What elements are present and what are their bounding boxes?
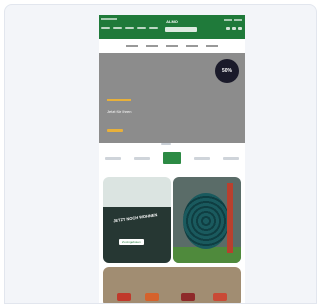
wishlist-icon[interactable] bbox=[232, 27, 236, 30]
category-link[interactable] bbox=[186, 45, 198, 47]
brand-logo[interactable] bbox=[105, 156, 122, 160]
search-input[interactable] bbox=[165, 27, 197, 32]
screenshot-frame: ALMO 50% Jetzt für Ihren JETZT NOCH WOHN… bbox=[4, 4, 317, 304]
brand-logo[interactable] bbox=[222, 156, 239, 160]
hero-banner[interactable]: 50% Jetzt für Ihren bbox=[99, 53, 245, 143]
garden-tool-image bbox=[117, 293, 131, 301]
hero-kicker bbox=[107, 99, 131, 101]
category-link[interactable] bbox=[166, 45, 178, 47]
header-tagline bbox=[101, 18, 117, 20]
promo-tile-left[interactable]: Jetzt Noch Wohnen Zu Angeboten bbox=[103, 177, 171, 263]
header-link[interactable] bbox=[224, 19, 232, 21]
promo-cta-button[interactable]: Zu Angeboten bbox=[119, 239, 144, 245]
header-link[interactable] bbox=[234, 19, 242, 21]
account-icon[interactable] bbox=[226, 27, 230, 30]
header-icons bbox=[226, 27, 242, 30]
header-links bbox=[224, 19, 242, 21]
hose-reel-image bbox=[227, 183, 233, 253]
category-link[interactable] bbox=[146, 45, 158, 47]
web-page-preview: ALMO 50% Jetzt für Ihren JETZT NOCH WOHN… bbox=[99, 15, 245, 303]
category-nav bbox=[99, 39, 245, 53]
brand-strip bbox=[99, 145, 245, 171]
promo-tile-right[interactable] bbox=[173, 177, 241, 263]
discount-badge: 50% bbox=[215, 59, 239, 83]
nav-item[interactable] bbox=[137, 27, 146, 29]
category-link[interactable] bbox=[206, 45, 218, 47]
brand-logo[interactable] bbox=[134, 156, 151, 160]
garden-hose-image bbox=[183, 193, 229, 249]
brand-logo-active[interactable] bbox=[162, 152, 181, 164]
garden-tool-image bbox=[181, 293, 195, 301]
brand-logo[interactable] bbox=[193, 156, 210, 160]
category-link[interactable] bbox=[126, 45, 138, 47]
hero-cta-button[interactable] bbox=[107, 129, 123, 132]
nav-item[interactable] bbox=[149, 27, 158, 29]
site-header: ALMO bbox=[99, 15, 245, 39]
site-logo[interactable]: ALMO bbox=[159, 19, 185, 25]
main-nav bbox=[101, 27, 158, 31]
nav-item[interactable] bbox=[101, 27, 110, 29]
cart-icon[interactable] bbox=[238, 27, 242, 30]
nav-item[interactable] bbox=[125, 27, 134, 29]
promo-tile-bottom[interactable] bbox=[103, 267, 241, 303]
hero-title: Jetzt für Ihren bbox=[107, 109, 132, 114]
garden-tool-image bbox=[145, 293, 159, 301]
nav-item[interactable] bbox=[113, 27, 122, 29]
garden-tool-image bbox=[213, 293, 227, 301]
